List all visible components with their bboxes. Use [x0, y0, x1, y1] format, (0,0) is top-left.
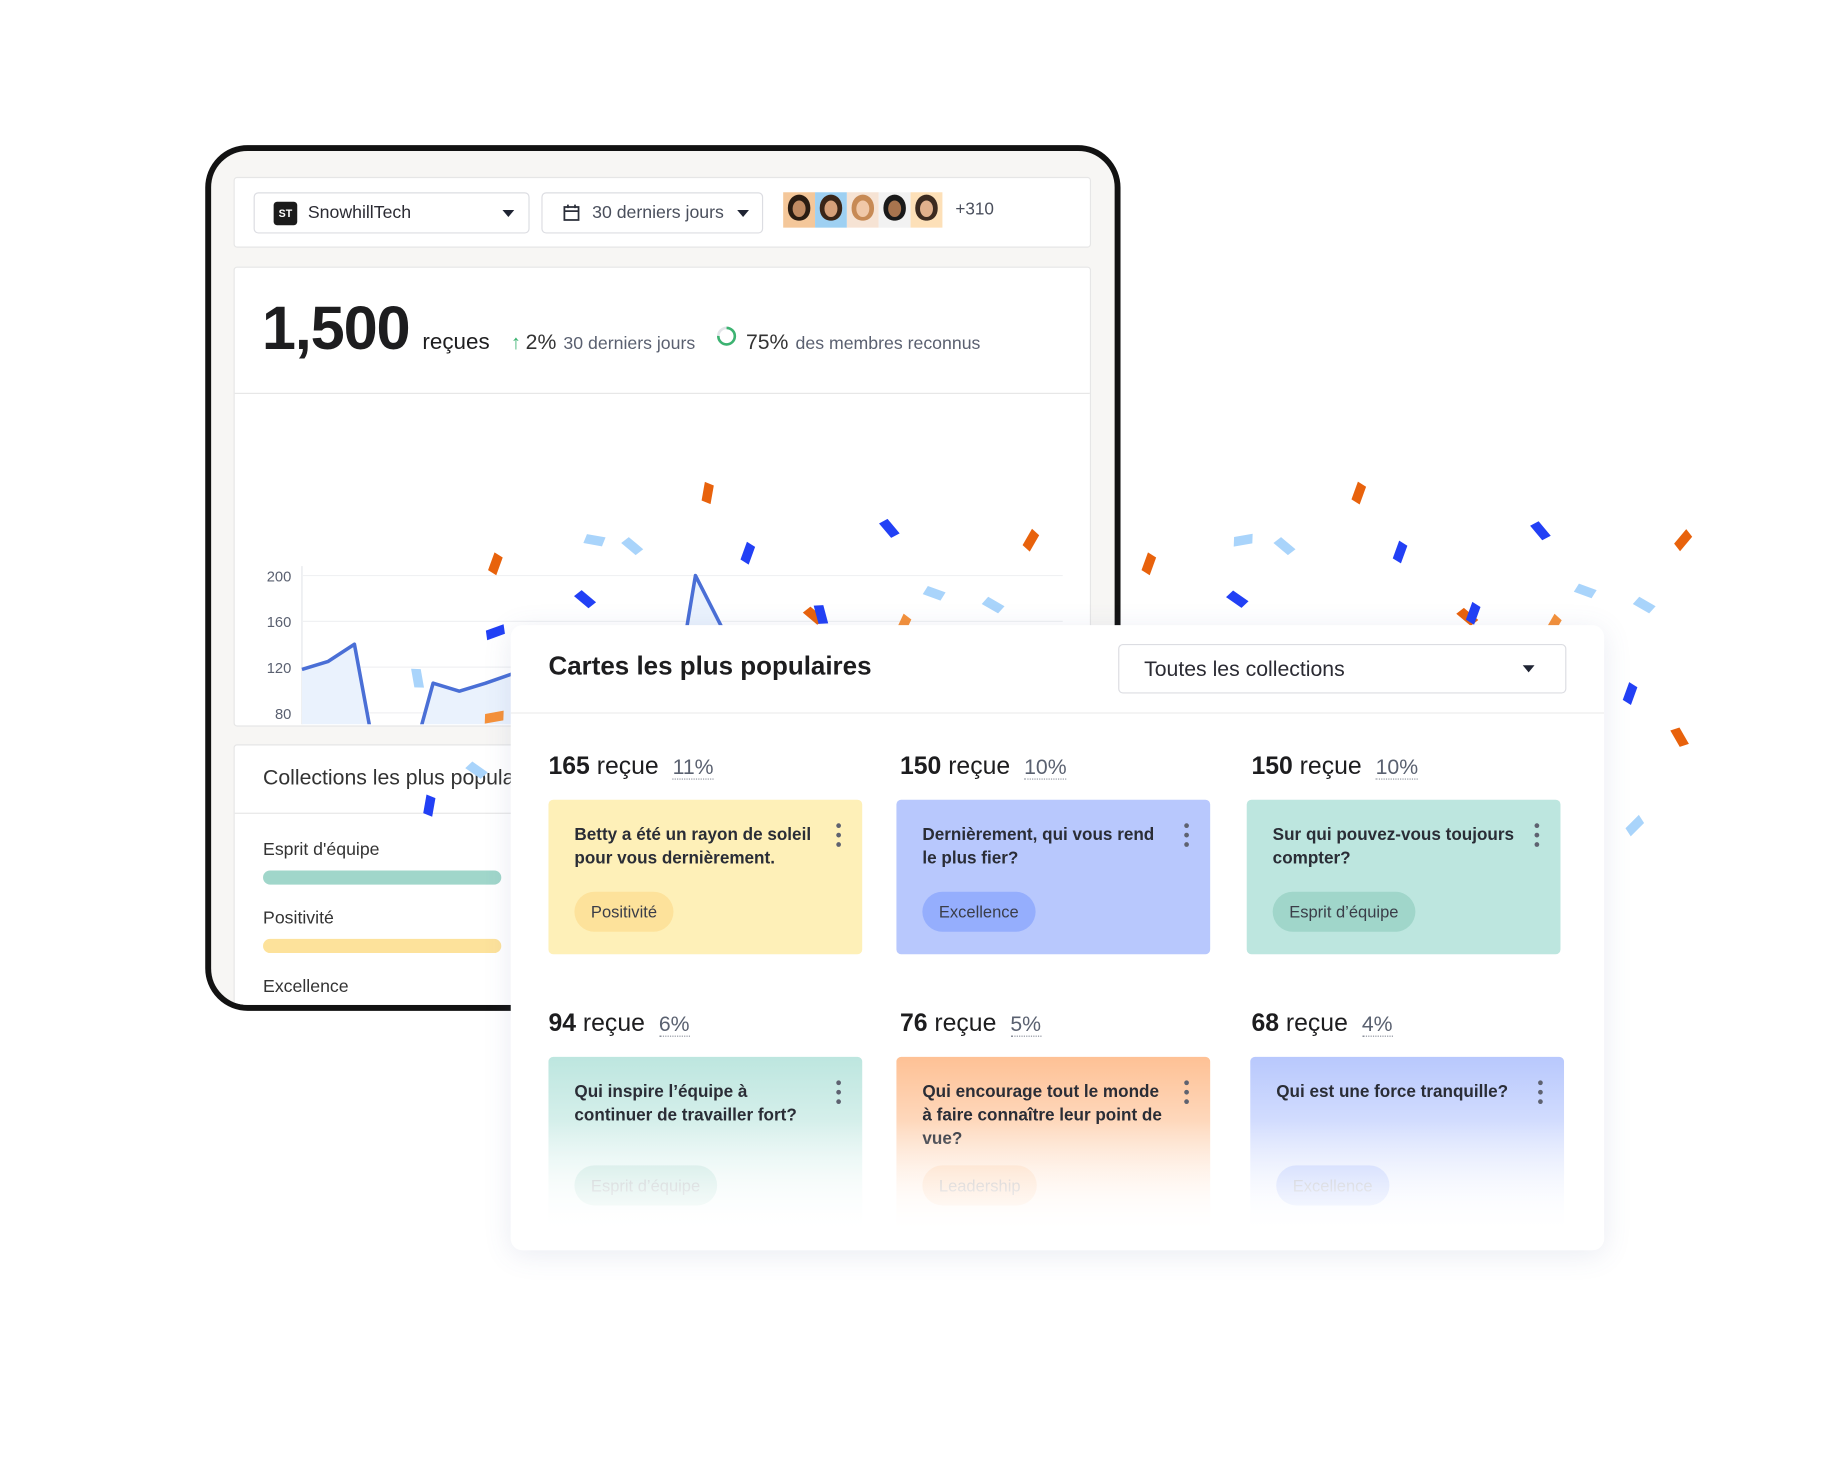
card-percent[interactable]: 6% — [658, 1012, 690, 1037]
confetti-piece — [1530, 521, 1551, 541]
card-percent[interactable]: 10% — [1024, 754, 1067, 780]
chevron-down-icon — [1522, 665, 1535, 673]
more-options-icon[interactable] — [1538, 1080, 1543, 1108]
trend-percent: 2% — [525, 330, 557, 354]
confetti-piece — [1273, 537, 1296, 556]
confetti-piece — [1625, 814, 1645, 837]
card-stats: 150 reçue 10% — [1251, 752, 1419, 781]
confetti-piece — [1226, 590, 1249, 608]
more-options-icon[interactable] — [1184, 823, 1189, 851]
collection-label: Esprit d'équipe — [263, 839, 380, 860]
card-unit: reçue — [1299, 752, 1362, 780]
collection-filter-select[interactable]: Toutes les collections — [1118, 644, 1567, 694]
card-count: 150 — [899, 752, 942, 780]
confetti-piece — [1670, 727, 1689, 747]
card-percent[interactable]: 10% — [1375, 754, 1419, 780]
confetti-piece — [1632, 596, 1656, 614]
y-tick-label: 80 — [275, 707, 291, 723]
card-tag[interactable]: Esprit d’équipe — [1272, 891, 1415, 932]
confetti-piece — [1233, 533, 1253, 547]
y-tick-label: 200 — [267, 569, 292, 585]
company-name: SnowhillTech — [307, 202, 412, 223]
arrow-up-icon: ↑ — [510, 331, 521, 354]
card-count: 165 — [548, 752, 590, 780]
confetti-piece — [1674, 529, 1693, 552]
card-question: Sur qui pouvez-vous toujours compter? — [1272, 825, 1515, 869]
filter-bar: ST SnowhillTech 30 derniers jours +310 — [233, 176, 1092, 248]
card-stats: 76 reçue 5% — [899, 1009, 1042, 1038]
confetti-piece — [1141, 552, 1157, 576]
more-options-icon[interactable] — [1184, 1080, 1189, 1108]
card-unit: reçue — [596, 752, 659, 780]
collection-label: Positivité — [263, 908, 334, 929]
confetti-piece — [1573, 583, 1597, 599]
total-recognitions: 1,500 — [261, 294, 411, 364]
bottom-fade — [510, 1120, 1605, 1251]
collection-bar — [263, 870, 502, 885]
card-question: Qui est une force tranquille? — [1276, 1082, 1509, 1102]
confetti-piece — [1392, 540, 1408, 564]
avatar — [783, 192, 816, 228]
card-stats: 150 reçue 10% — [900, 753, 1067, 781]
trend-label: 30 derniers jours — [563, 333, 696, 354]
confetti-piece — [1622, 682, 1638, 705]
avatar — [815, 192, 847, 228]
more-options-icon[interactable] — [836, 823, 841, 851]
card-percent[interactable]: 11% — [672, 754, 714, 780]
card-stats: 165 reçue 11% — [548, 752, 714, 781]
total-label: reçues — [422, 330, 490, 356]
member-avatars[interactable] — [783, 192, 943, 228]
card-question: Dernièrement, qui vous rend le plus fier… — [922, 825, 1155, 869]
card-count: 150 — [1251, 752, 1293, 780]
divider — [510, 712, 1605, 714]
recognition-card[interactable]: Betty a été un rayon de soleil pour vous… — [548, 799, 863, 955]
recognized-percent: 75% — [745, 330, 789, 354]
card-percent[interactable]: 4% — [1361, 1012, 1393, 1037]
card-tag[interactable]: Positivité — [574, 891, 674, 932]
card-count: 68 — [1251, 1009, 1280, 1037]
more-options-icon[interactable] — [1534, 823, 1540, 851]
confetti-piece — [1351, 481, 1367, 505]
stage: ST SnowhillTech 30 derniers jours +310 1… — [0, 0, 1840, 1472]
card-question: Betty a été un rayon de soleil pour vous… — [574, 825, 812, 869]
collection-label: Excellence — [263, 976, 349, 997]
collection-bar — [263, 938, 502, 954]
more-members-count[interactable]: +310 — [955, 201, 994, 220]
avatar — [910, 192, 943, 228]
company-logo-icon: ST — [273, 201, 298, 225]
y-tick-label: 160 — [267, 615, 292, 631]
recognition-card[interactable]: Sur qui pouvez-vous toujours compter? Es… — [1246, 799, 1561, 955]
period-label: 30 derniers jours — [592, 202, 724, 223]
card-stats: 68 reçue 4% — [1251, 1009, 1393, 1038]
card-count: 94 — [548, 1009, 577, 1037]
card-tag[interactable]: Excellence — [922, 891, 1036, 932]
confetti-piece — [1465, 601, 1481, 625]
collections-title: Collections les plus populaires — [263, 765, 549, 790]
recognition-card[interactable]: Dernièrement, qui vous rend le plus fier… — [896, 799, 1211, 955]
chevron-down-icon — [737, 209, 749, 218]
calendar-icon — [563, 204, 580, 221]
card-unit: reçue — [582, 1009, 645, 1037]
avatar — [878, 192, 911, 228]
collection-filter-value: Toutes les collections — [1144, 656, 1345, 680]
more-options-icon[interactable] — [836, 1080, 841, 1108]
progress-ring-icon — [717, 326, 737, 346]
card-percent[interactable]: 5% — [1010, 1012, 1042, 1037]
card-unit: reçue — [934, 1009, 997, 1037]
avatar — [846, 192, 879, 228]
card-stats: 94 reçue 6% — [548, 1009, 690, 1038]
card-unit: reçue — [948, 752, 1011, 780]
popular-cards-title: Cartes les plus populaires — [548, 651, 872, 681]
recognized-label: des membres reconnus — [795, 333, 981, 354]
chevron-down-icon — [502, 209, 515, 218]
y-tick-label: 120 — [267, 661, 292, 677]
card-unit: reçue — [1285, 1009, 1348, 1037]
card-count: 76 — [899, 1009, 928, 1037]
company-select[interactable]: ST SnowhillTech — [253, 192, 530, 234]
popular-cards-panel: Cartes les plus populaires Toutes les co… — [510, 625, 1605, 1251]
period-select[interactable]: 30 derniers jours — [541, 192, 764, 234]
